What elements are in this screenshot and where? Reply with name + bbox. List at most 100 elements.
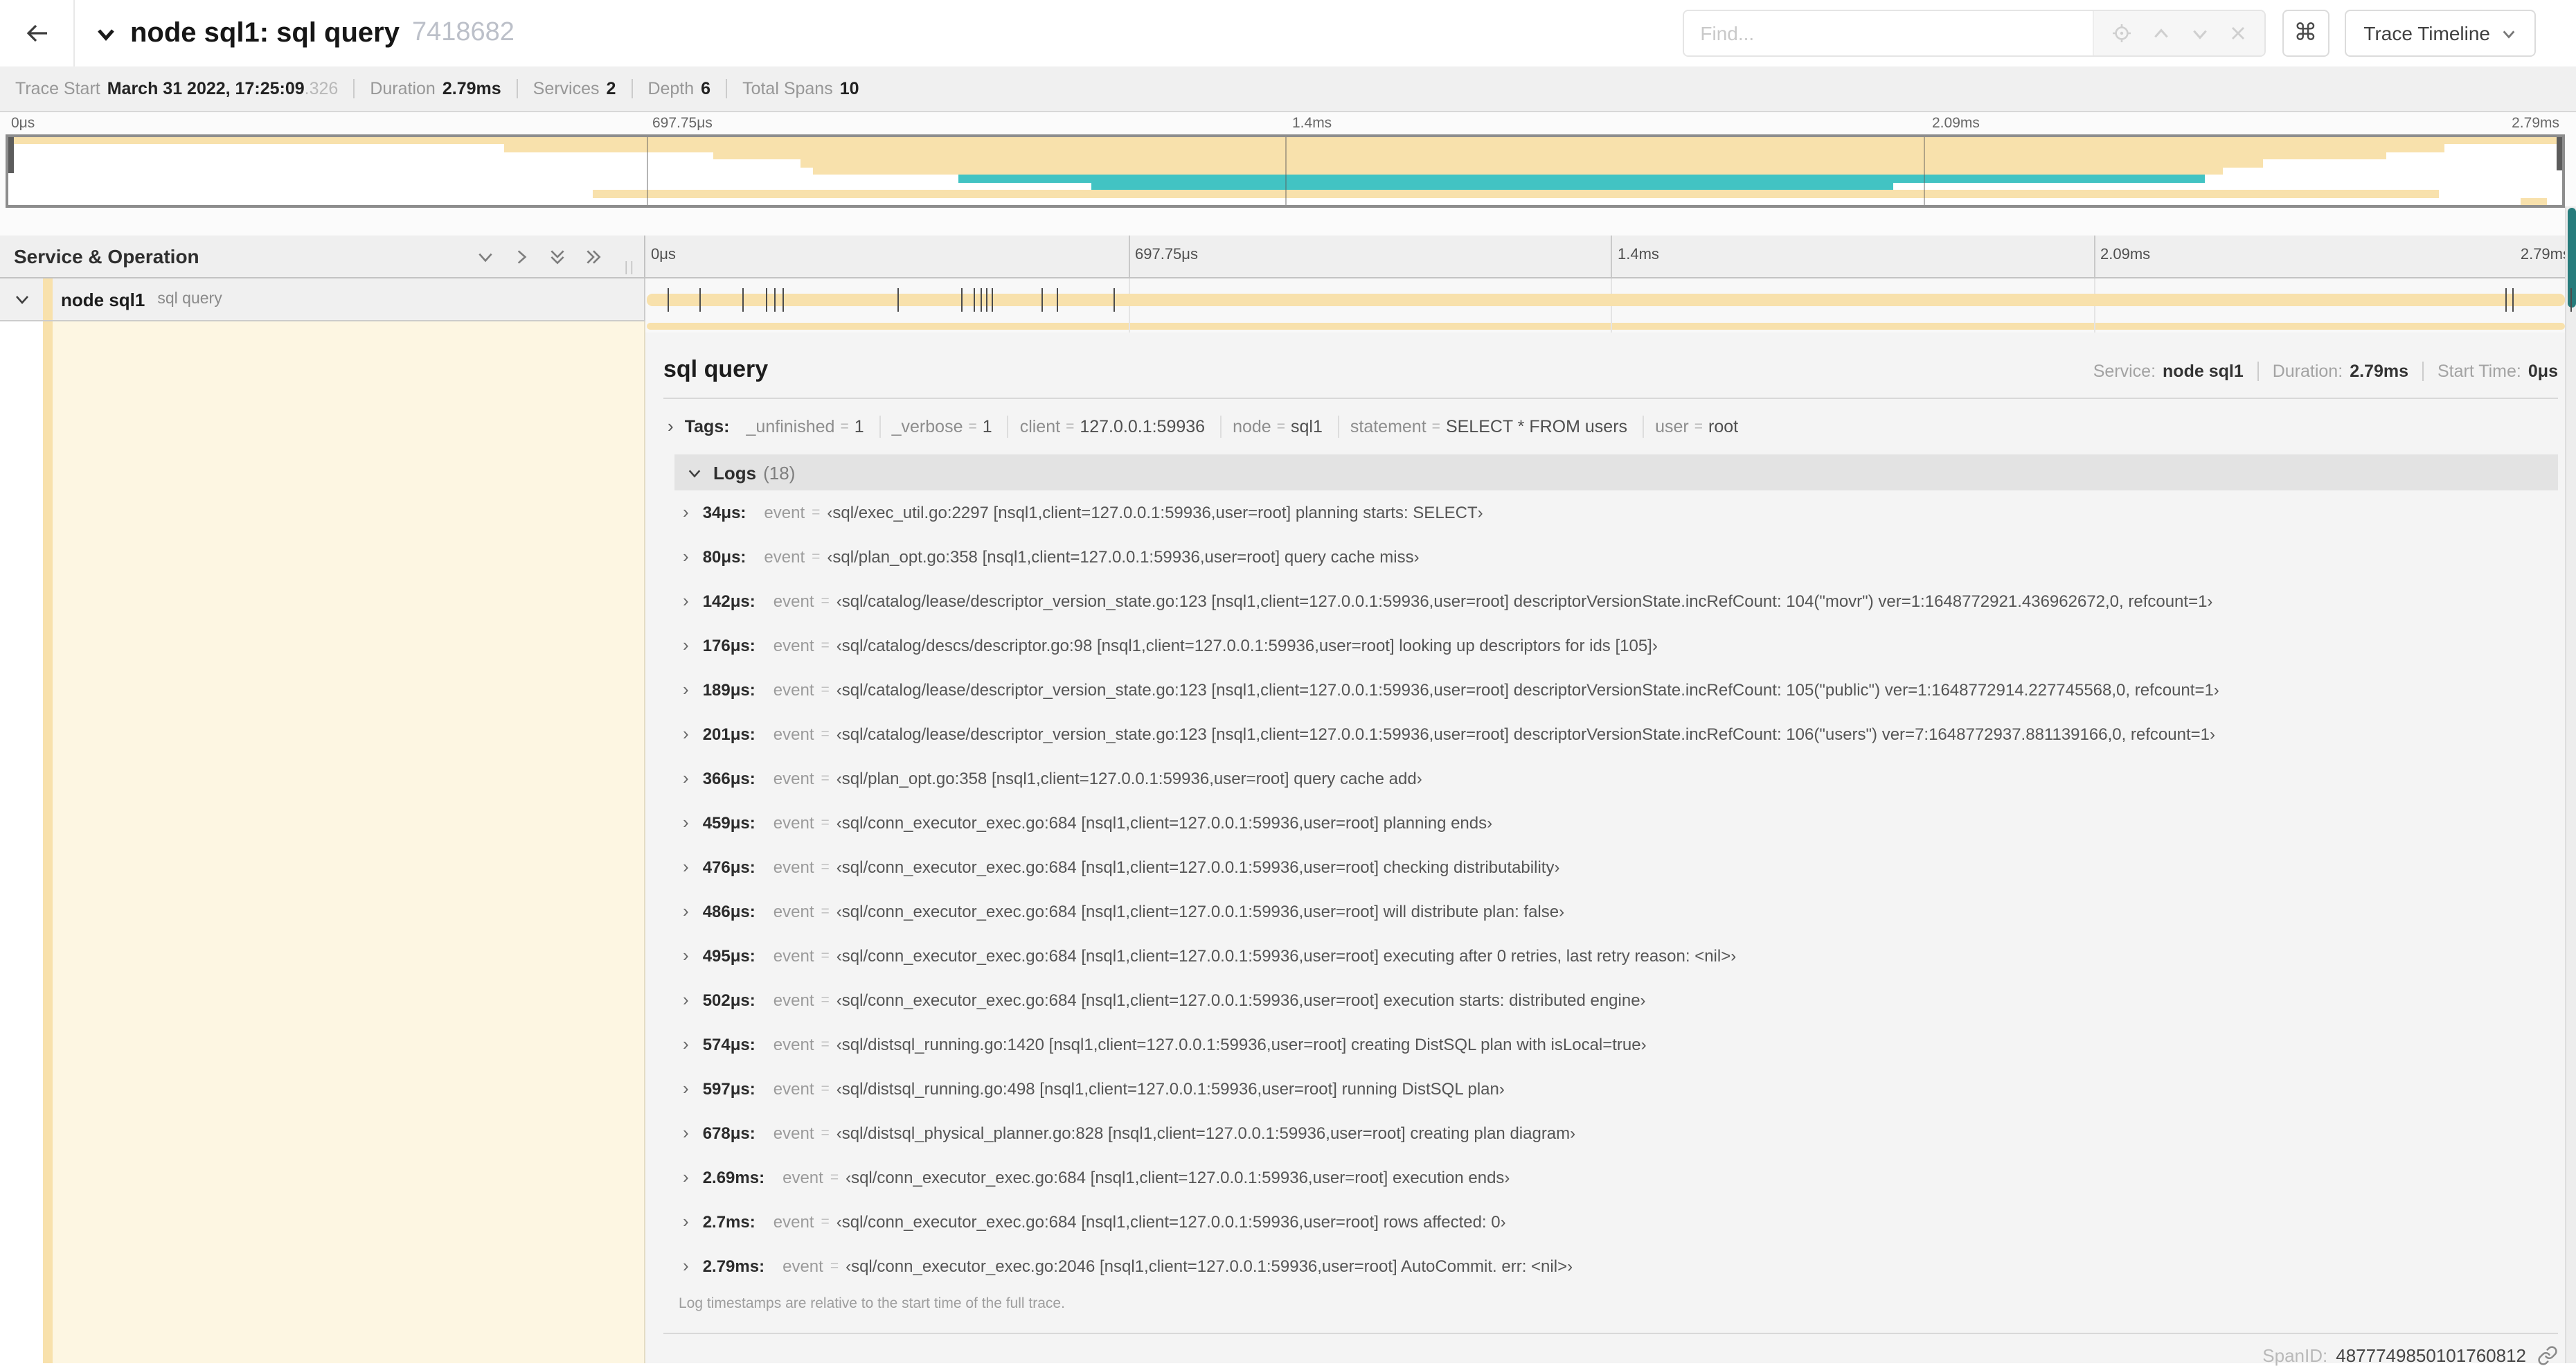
chevron-right-icon: › [668, 415, 674, 436]
logs-accordion-header[interactable]: Logs (18) [674, 454, 2558, 490]
log-equals: = [821, 593, 830, 610]
log-row[interactable]: › 176μs: event = ‹sql/catalog/descs/descript… [674, 623, 2558, 668]
keyboard-shortcuts-button[interactable]: ⌘ [2282, 10, 2329, 57]
minimap-right-scrubber[interactable] [2557, 137, 2562, 170]
column-resize-grip[interactable]: || [625, 260, 636, 276]
log-equals: = [821, 1214, 830, 1230]
meta-label: Trace Start [15, 79, 100, 98]
chevron-down-icon [687, 465, 702, 480]
chevron-right-icon[interactable]: › [683, 1033, 689, 1054]
chevron-right-icon[interactable]: › [683, 545, 689, 566]
chevron-right-icon[interactable]: › [683, 589, 689, 610]
log-event-key: event [773, 636, 814, 655]
chevron-right-icon[interactable]: › [683, 1210, 689, 1231]
log-row[interactable]: › 574μs: event = ‹sql/distsql_running.go:142… [674, 1022, 2558, 1067]
log-row[interactable]: › 495μs: event = ‹sql/conn_executor_exec.go:… [674, 934, 2558, 978]
tag-key: _verbose [891, 417, 963, 436]
scrollbar-track[interactable] [2565, 206, 2576, 1363]
log-row[interactable]: › 486μs: event = ‹sql/conn_executor_exec.go:… [674, 889, 2558, 934]
log-row[interactable]: › 189μs: event = ‹sql/catalog/lease/descript… [674, 668, 2558, 712]
span-row-name-cell[interactable]: node sql1 sql query [0, 278, 645, 321]
locate-icon[interactable] [2111, 24, 2131, 43]
log-message: ‹sql/conn_executor_exec.go:684 [nsql1,cl… [846, 1168, 1510, 1187]
log-row[interactable]: › 2.7ms: event = ‹sql/conn_executor_exec.go:… [674, 1200, 2558, 1244]
log-row[interactable]: › 502μs: event = ‹sql/conn_executor_exec.go:… [674, 978, 2558, 1022]
trace-view-selector[interactable]: Trace Timeline [2344, 10, 2536, 57]
span-row: node sql1 sql query [0, 278, 2576, 321]
tag-key: _unfinished [746, 417, 835, 436]
log-row[interactable]: › 201μs: event = ‹sql/catalog/lease/descript… [674, 712, 2558, 756]
arrow-left-icon [26, 24, 46, 42]
prev-result-icon[interactable] [2152, 24, 2170, 42]
log-equals: = [821, 815, 830, 831]
log-event-key: event [773, 1079, 814, 1099]
log-event-key: event [773, 592, 814, 611]
log-row[interactable]: › 2.69ms: event = ‹sql/conn_executor_exec.go… [674, 1155, 2558, 1200]
stat-value: 0μs [2528, 362, 2558, 381]
chevron-right-icon[interactable]: › [683, 1077, 689, 1098]
find-input[interactable] [1683, 11, 2093, 55]
logs-label: Logs [713, 462, 757, 483]
meta-value: 2 [606, 79, 616, 98]
collapse-all-icon[interactable] [548, 247, 566, 265]
log-equals: = [812, 504, 821, 521]
meta-item: Depth 6 [647, 79, 710, 98]
minimap-left-scrubber[interactable] [8, 137, 14, 173]
chevron-right-icon[interactable]: › [683, 1254, 689, 1275]
collapse-one-icon[interactable] [476, 247, 494, 265]
expand-all-icon[interactable] [584, 247, 602, 265]
logs-section: Logs (18) › 34μs: event = ‹sql/exec_util.go:… [674, 454, 2558, 1319]
clear-search-icon[interactable] [2229, 25, 2246, 42]
span-duration-bar[interactable] [647, 294, 2565, 306]
axis-tick-label: 1.4ms [1618, 247, 1659, 263]
tag-value: sql1 [1291, 417, 1323, 436]
chevron-right-icon[interactable]: › [683, 988, 689, 1009]
log-marker-tick [782, 288, 785, 312]
chevron-right-icon[interactable]: › [683, 767, 689, 788]
separator [879, 416, 881, 438]
chevron-right-icon[interactable]: › [683, 1166, 689, 1187]
chevron-down-icon[interactable] [14, 291, 30, 308]
next-result-icon[interactable] [2190, 24, 2208, 42]
log-row[interactable]: › 597μs: event = ‹sql/distsql_running.go:498… [674, 1067, 2558, 1111]
divider [663, 1333, 2558, 1334]
span-bar-area[interactable] [645, 278, 2576, 321]
chevron-right-icon[interactable]: › [683, 900, 689, 921]
chevron-right-icon[interactable]: › [683, 678, 689, 699]
log-row[interactable]: › 459μs: event = ‹sql/conn_executor_exec.go:… [674, 801, 2558, 845]
meta-label: Duration [370, 79, 436, 98]
chevron-right-icon[interactable]: › [683, 501, 689, 522]
chevron-right-icon[interactable]: › [683, 634, 689, 655]
ruler-gridline [1611, 236, 1612, 277]
chevron-right-icon[interactable]: › [683, 1121, 689, 1142]
chevron-right-icon[interactable]: › [683, 811, 689, 832]
log-event-key: event [773, 991, 814, 1010]
meta-label: Depth [647, 79, 695, 98]
tag-value: root [1708, 417, 1739, 436]
chevron-right-icon[interactable]: › [683, 944, 689, 965]
log-row[interactable]: › 80μs: event = ‹sql/plan_opt.go:358 [nsql1,… [674, 535, 2558, 579]
log-row[interactable]: › 476μs: event = ‹sql/conn_executor_exec.go:… [674, 845, 2558, 889]
expand-one-icon[interactable] [512, 247, 530, 265]
stat-value: 2.79ms [2350, 362, 2408, 381]
log-row[interactable]: › 2.79ms: event = ‹sql/conn_executor_exec.go… [674, 1244, 2558, 1288]
log-row[interactable]: › 366μs: event = ‹sql/plan_opt.go:358 [nsql1… [674, 756, 2558, 801]
chevron-right-icon[interactable]: › [683, 855, 689, 876]
log-marker-tick [986, 288, 988, 312]
tag-equals: = [840, 418, 849, 435]
collapse-trace-chevron[interactable] [96, 23, 116, 44]
back-button[interactable] [0, 0, 75, 66]
log-row[interactable]: › 678μs: event = ‹sql/distsql_physical_plann… [674, 1111, 2558, 1155]
log-timestamp: 176μs: [702, 636, 755, 655]
separator [1220, 416, 1222, 438]
log-marker-tick [973, 288, 975, 312]
tag-value: 1 [982, 417, 992, 436]
separator [2422, 362, 2424, 381]
minimap-canvas[interactable] [6, 134, 2565, 208]
chevron-right-icon[interactable]: › [683, 722, 689, 743]
log-row[interactable]: › 34μs: event = ‹sql/exec_util.go:2297 [nsql… [674, 490, 2558, 535]
log-row[interactable]: › 142μs: event = ‹sql/catalog/lease/descript… [674, 579, 2558, 623]
log-message: ‹sql/conn_executor_exec.go:684 [nsql1,cl… [836, 813, 1493, 833]
tags-accordion[interactable]: › Tags: _unfinished = 1 _verbose = 1 client = 12… [663, 410, 2558, 443]
log-message: ‹sql/catalog/lease/descriptor_version_st… [836, 680, 2219, 700]
